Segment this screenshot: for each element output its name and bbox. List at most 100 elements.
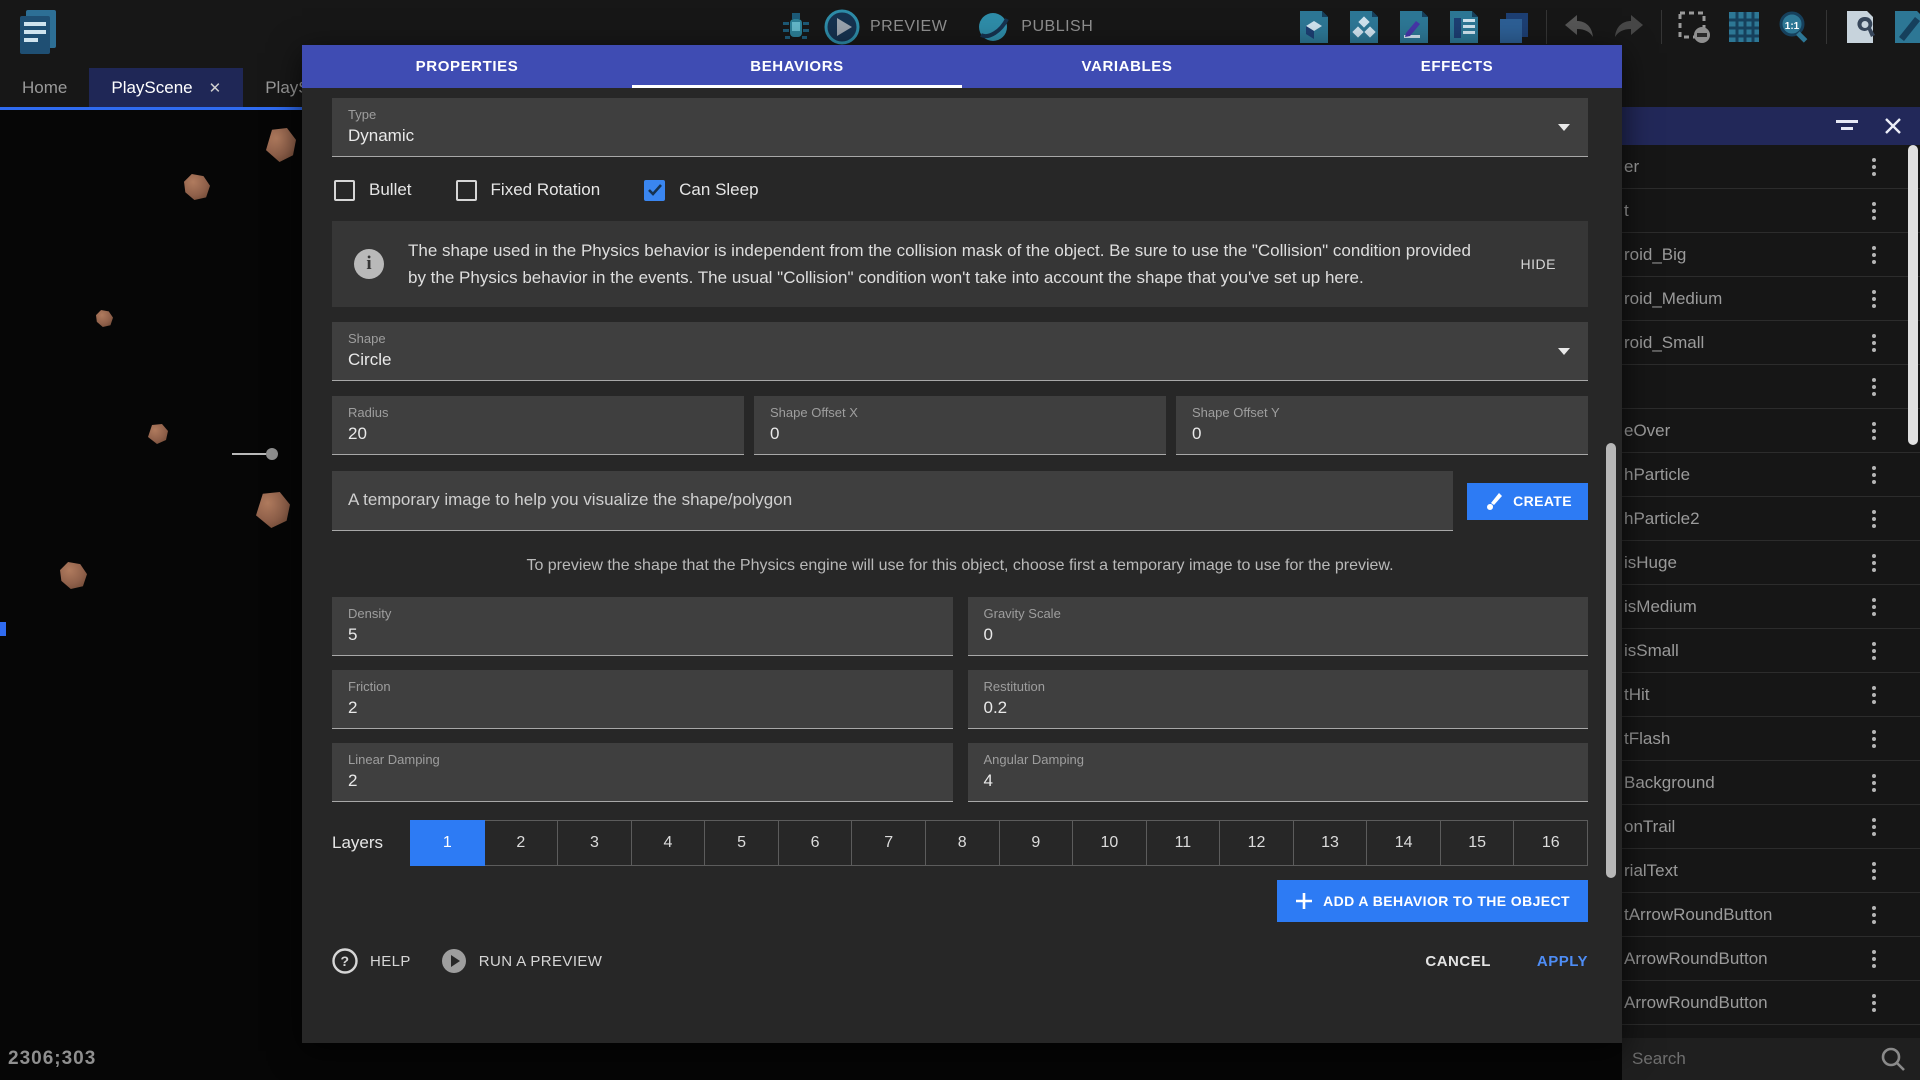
object-list-item[interactable]: isMedium xyxy=(1622,585,1920,629)
tab-variables[interactable]: VARIABLES xyxy=(962,45,1292,88)
item-menu-icon[interactable] xyxy=(1872,818,1876,822)
object-list-item[interactable] xyxy=(1622,365,1920,409)
asteroid-sprite[interactable] xyxy=(266,128,296,162)
layer-button-10[interactable]: 10 xyxy=(1073,820,1147,866)
publish-button[interactable]: PUBLISH xyxy=(1021,18,1093,36)
object-list-item[interactable]: roid_Small xyxy=(1622,321,1920,365)
linear-damping-field[interactable]: Linear Damping 2 xyxy=(332,743,953,802)
hide-button[interactable]: HIDE xyxy=(1511,248,1566,280)
object-list-item[interactable]: onTrail xyxy=(1622,805,1920,849)
project-manager-icon[interactable] xyxy=(16,6,62,56)
edit-corner-icon[interactable] xyxy=(1891,9,1920,45)
item-menu-icon[interactable] xyxy=(1872,598,1876,602)
create-button[interactable]: CREATE xyxy=(1467,483,1588,520)
grid-icon[interactable] xyxy=(1726,9,1762,45)
item-menu-icon[interactable] xyxy=(1872,862,1876,866)
sidebar-scrollbar[interactable] xyxy=(1908,145,1918,445)
objects-editor-icon[interactable] xyxy=(1296,9,1332,45)
asteroid-sprite[interactable] xyxy=(184,174,210,200)
layer-button-13[interactable]: 13 xyxy=(1294,820,1368,866)
item-menu-icon[interactable] xyxy=(1872,510,1876,514)
item-menu-icon[interactable] xyxy=(1872,158,1876,162)
tools-wrench-icon[interactable] xyxy=(1841,9,1877,45)
item-menu-icon[interactable] xyxy=(1872,774,1876,778)
can-sleep-checkbox[interactable]: Can Sleep xyxy=(644,180,758,201)
item-menu-icon[interactable] xyxy=(1872,466,1876,470)
layer-button-8[interactable]: 8 xyxy=(926,820,1000,866)
object-list-item[interactable]: hParticle2 xyxy=(1622,497,1920,541)
layer-button-7[interactable]: 7 xyxy=(852,820,926,866)
item-menu-icon[interactable] xyxy=(1872,290,1876,294)
undo-icon[interactable] xyxy=(1561,9,1597,45)
close-panel-icon[interactable] xyxy=(1884,117,1902,135)
temp-image-field[interactable]: A temporary image to help you visualize … xyxy=(332,471,1453,531)
tab-playscene[interactable]: PlayScene ✕ xyxy=(89,68,243,107)
friction-field[interactable]: Friction 2 xyxy=(332,670,953,729)
layer-button-11[interactable]: 11 xyxy=(1147,820,1221,866)
layer-button-14[interactable]: 14 xyxy=(1367,820,1441,866)
object-list-item[interactable]: roid_Medium xyxy=(1622,277,1920,321)
zoom-original-icon[interactable]: 1:1 xyxy=(1776,9,1812,45)
preview-play-icon[interactable] xyxy=(824,9,860,45)
filter-icon[interactable] xyxy=(1836,117,1858,135)
tab-properties[interactable]: PROPERTIES xyxy=(302,45,632,88)
object-list-item[interactable]: er xyxy=(1622,145,1920,189)
object-list-item[interactable]: tHit xyxy=(1622,673,1920,717)
item-menu-icon[interactable] xyxy=(1872,730,1876,734)
item-menu-icon[interactable] xyxy=(1872,642,1876,646)
item-menu-icon[interactable] xyxy=(1872,554,1876,558)
layer-button-1[interactable]: 1 xyxy=(410,820,485,866)
layer-button-15[interactable]: 15 xyxy=(1441,820,1515,866)
debug-icon[interactable] xyxy=(778,9,814,45)
layer-button-6[interactable]: 6 xyxy=(779,820,853,866)
instances-panel-icon[interactable] xyxy=(1496,9,1532,45)
object-list-item[interactable]: rialText xyxy=(1622,849,1920,893)
gravity-scale-field[interactable]: Gravity Scale 0 xyxy=(968,597,1589,656)
layer-button-5[interactable]: 5 xyxy=(705,820,779,866)
layer-button-16[interactable]: 16 xyxy=(1514,820,1588,866)
object-list-item[interactable]: eOver xyxy=(1622,409,1920,453)
shape-offset-x-field[interactable]: Shape Offset X 0 xyxy=(754,396,1166,455)
bullet-checkbox[interactable]: Bullet xyxy=(334,180,412,201)
layer-button-3[interactable]: 3 xyxy=(558,820,632,866)
item-menu-icon[interactable] xyxy=(1872,202,1876,206)
radius-field[interactable]: Radius 20 xyxy=(332,396,744,455)
object-list-item[interactable]: ArrowRoundButton xyxy=(1622,937,1920,981)
tab-home[interactable]: Home xyxy=(0,68,89,107)
angular-damping-field[interactable]: Angular Damping 4 xyxy=(968,743,1589,802)
type-select[interactable]: Type Dynamic xyxy=(332,98,1588,157)
shape-select[interactable]: Shape Circle xyxy=(332,322,1588,381)
layer-button-2[interactable]: 2 xyxy=(485,820,559,866)
object-list-item[interactable]: Background xyxy=(1622,761,1920,805)
asteroid-sprite[interactable] xyxy=(256,492,290,528)
selection-handle-dot[interactable] xyxy=(266,448,278,460)
search-input[interactable] xyxy=(1622,1049,1880,1069)
publish-planet-icon[interactable] xyxy=(975,9,1011,45)
apply-button[interactable]: APPLY xyxy=(1537,953,1588,970)
density-field[interactable]: Density 5 xyxy=(332,597,953,656)
fixed-rotation-checkbox[interactable]: Fixed Rotation xyxy=(456,180,601,201)
object-list-item[interactable]: isHuge xyxy=(1622,541,1920,585)
item-menu-icon[interactable] xyxy=(1872,950,1876,954)
object-list-item[interactable]: roid_Big xyxy=(1622,233,1920,277)
item-menu-icon[interactable] xyxy=(1872,906,1876,910)
item-menu-icon[interactable] xyxy=(1872,378,1876,382)
layer-button-4[interactable]: 4 xyxy=(632,820,706,866)
tab-behaviors[interactable]: BEHAVIORS xyxy=(632,45,962,88)
layer-button-9[interactable]: 9 xyxy=(1000,820,1074,866)
item-menu-icon[interactable] xyxy=(1872,422,1876,426)
help-button[interactable]: ? HELP xyxy=(332,948,411,974)
layers-list-icon[interactable] xyxy=(1446,9,1482,45)
object-groups-icon[interactable] xyxy=(1346,9,1382,45)
object-list-item[interactable]: tFlash xyxy=(1622,717,1920,761)
object-list-item[interactable]: tArrowRoundButton xyxy=(1622,893,1920,937)
item-menu-icon[interactable] xyxy=(1872,246,1876,250)
dialog-scrollbar[interactable] xyxy=(1606,443,1616,878)
tab-effects[interactable]: EFFECTS xyxy=(1292,45,1622,88)
item-menu-icon[interactable] xyxy=(1872,994,1876,998)
scene-properties-icon[interactable] xyxy=(1396,9,1432,45)
redo-icon[interactable] xyxy=(1611,9,1647,45)
selection-edge-handle[interactable] xyxy=(0,622,6,636)
asteroid-sprite[interactable] xyxy=(96,310,113,327)
item-menu-icon[interactable] xyxy=(1872,686,1876,690)
